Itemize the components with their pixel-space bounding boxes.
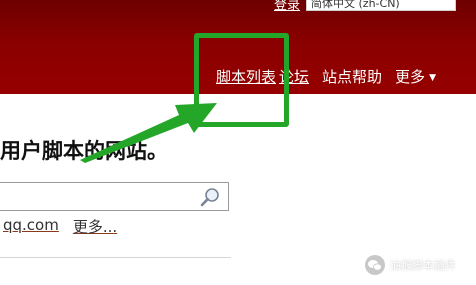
language-select[interactable]: 简体中文 (zh-CN) <box>306 0 457 11</box>
login-link[interactable]: 登录 <box>274 0 300 13</box>
nav-more[interactable]: 更多 <box>395 66 425 87</box>
wechat-icon <box>365 255 385 275</box>
site-link-qq[interactable]: qq.com <box>3 216 59 237</box>
header-top-row: 登录 简体中文 (zh-CN) <box>274 0 457 13</box>
watermark-text: 油猴脚本插件 <box>390 259 456 272</box>
chevron-down-icon[interactable]: ▼ <box>429 73 436 83</box>
watermark: 油猴脚本插件 <box>364 254 456 276</box>
search-icon[interactable] <box>199 187 221 207</box>
nav-help[interactable]: 站点帮助 <box>322 66 382 87</box>
search-input[interactable] <box>0 183 197 210</box>
search-box <box>0 182 229 211</box>
annotation-highlight-box <box>194 33 289 127</box>
more-sites-link[interactable]: 更多... <box>73 216 117 237</box>
divider <box>0 257 231 258</box>
site-tagline: 用户脚本的网站。 <box>0 139 168 163</box>
site-links: qq.com 更多... <box>3 216 117 237</box>
